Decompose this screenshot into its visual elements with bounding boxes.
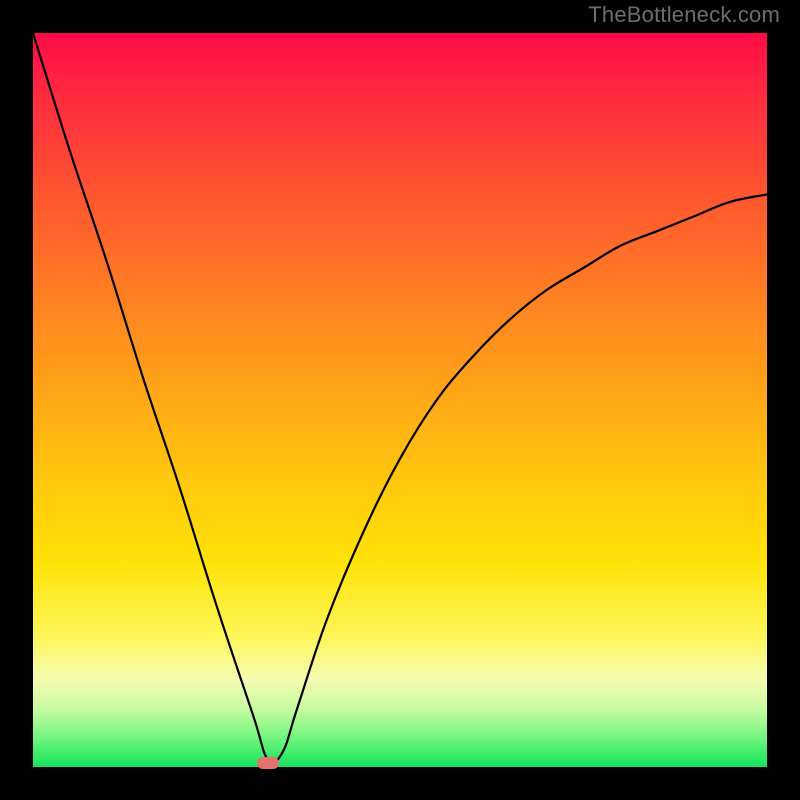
chart-frame: TheBottleneck.com xyxy=(0,0,800,800)
optimal-point-marker xyxy=(257,757,279,769)
bottleneck-curve xyxy=(33,33,767,767)
watermark-text: TheBottleneck.com xyxy=(588,2,780,28)
plot-area xyxy=(33,33,767,767)
